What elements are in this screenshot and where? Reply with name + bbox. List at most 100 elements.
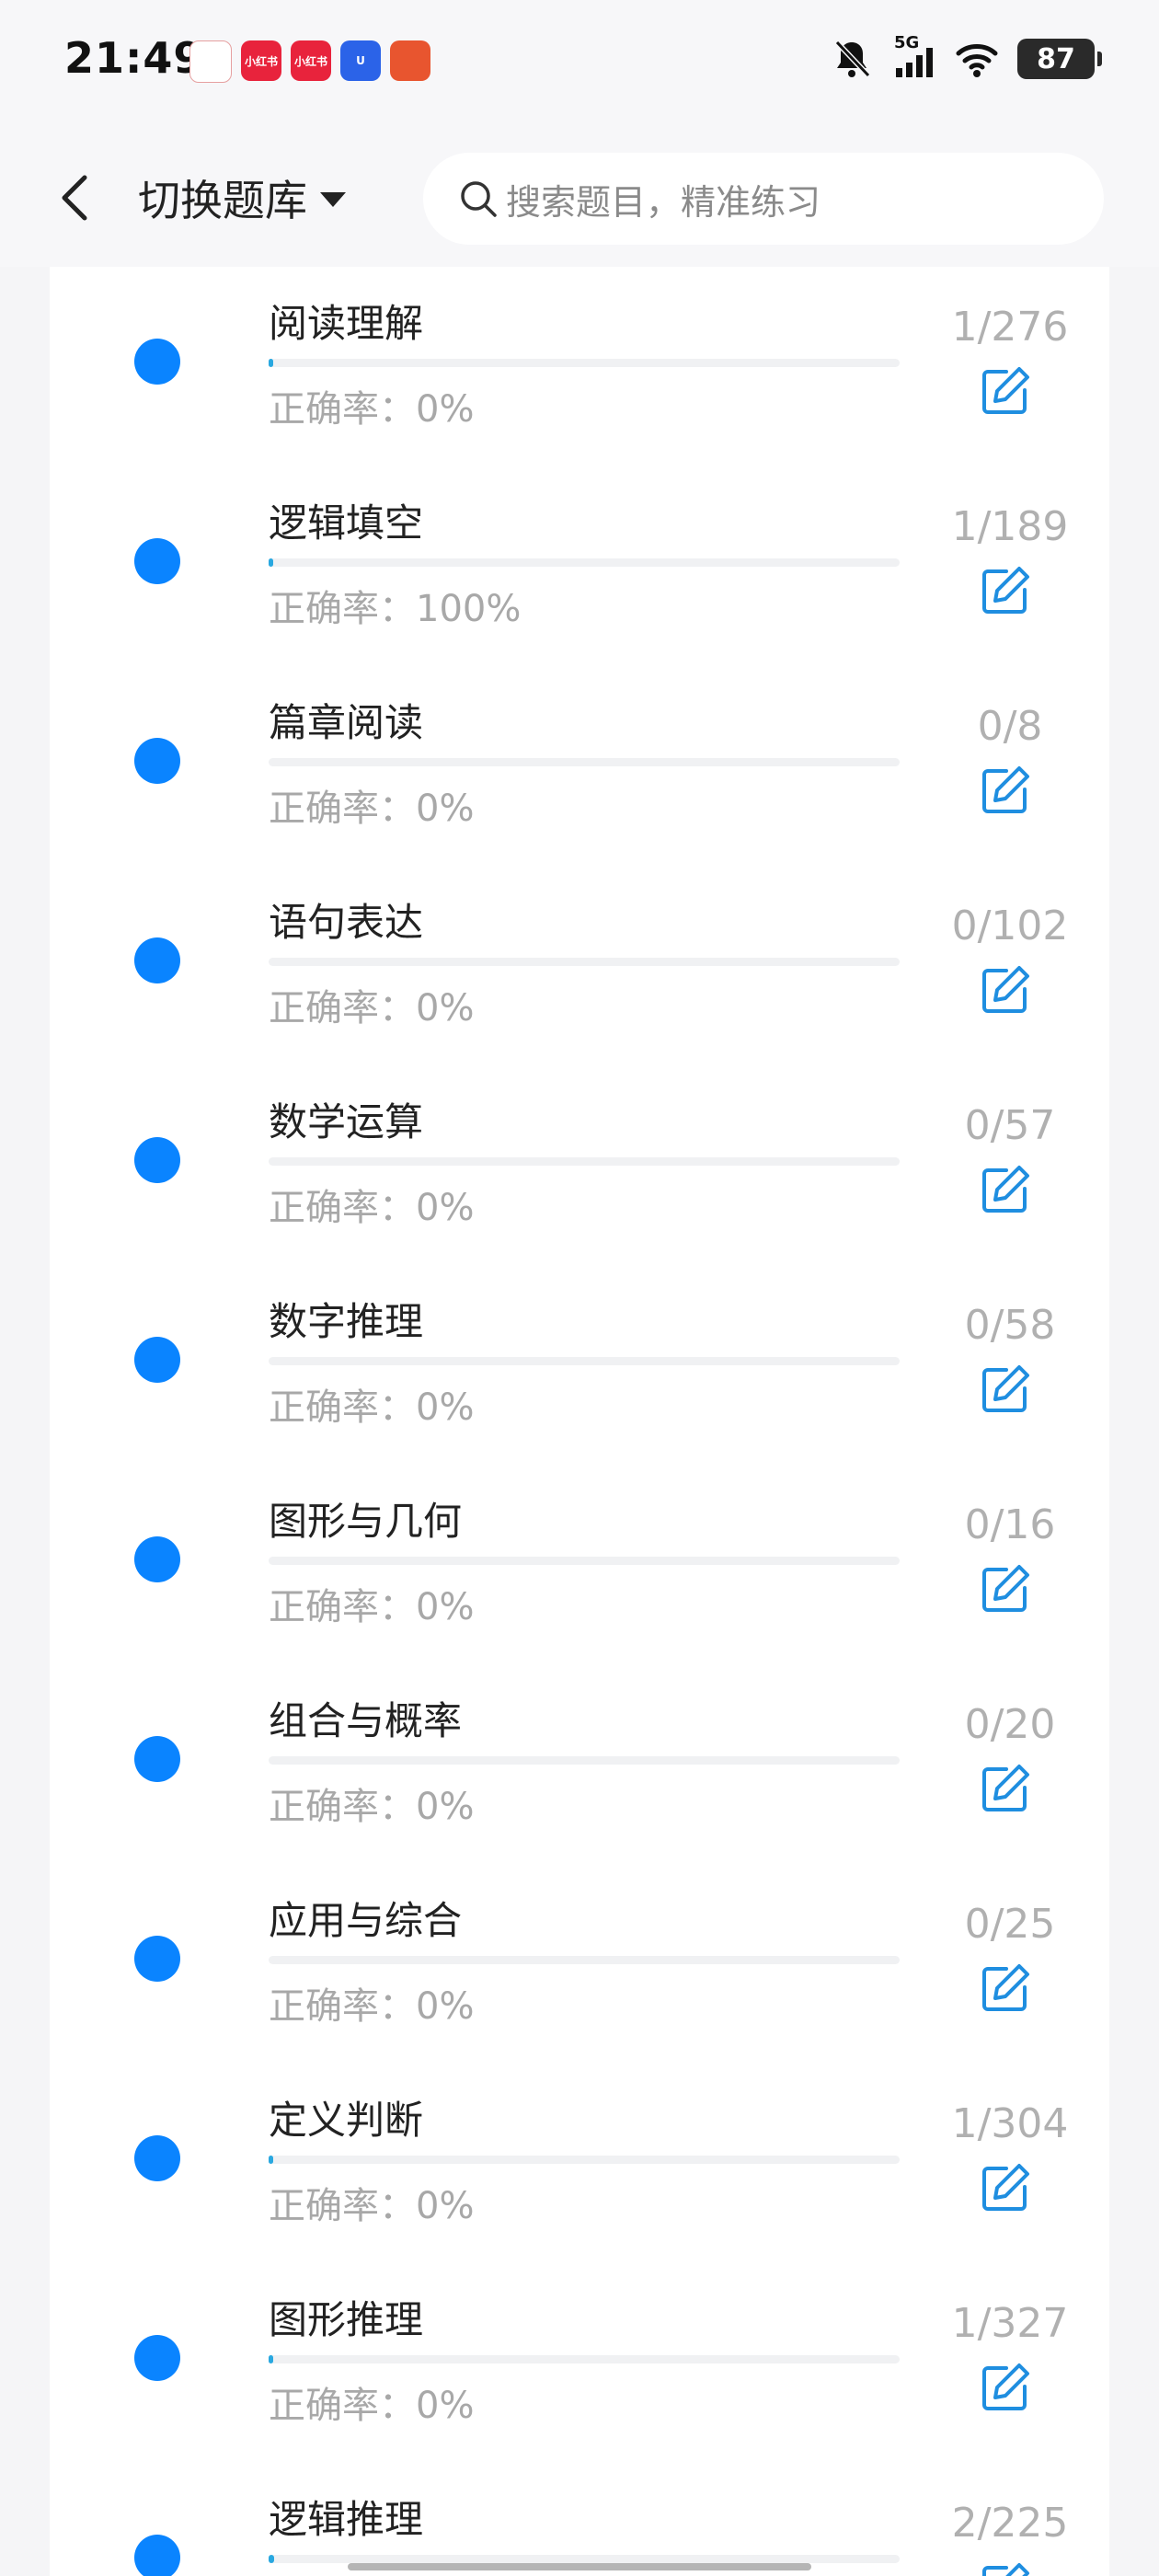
back-button[interactable] — [46, 166, 101, 230]
accuracy-value: 100% — [416, 588, 522, 630]
progress-fill — [269, 359, 273, 367]
edit-icon[interactable] — [979, 2560, 1032, 2576]
cellular-signal: 5G — [892, 33, 936, 81]
edit-icon[interactable] — [979, 1562, 1032, 1616]
accuracy-value: 0% — [416, 1786, 475, 1828]
category-row[interactable]: 定义判断 正确率：0% 1/304 — [50, 2064, 1109, 2263]
app-icon-blue: U — [340, 40, 381, 81]
notification-app-icons: 小红书 小红书 U — [189, 40, 430, 83]
accuracy-text: 正确率：0% — [269, 778, 474, 832]
accuracy-text: 正确率：0% — [269, 2176, 474, 2229]
progress-track — [269, 1956, 900, 1964]
category-row[interactable]: 图形推理 正确率：0% 1/327 — [50, 2263, 1109, 2463]
home-indicator — [348, 2563, 811, 2570]
edit-icon[interactable] — [979, 364, 1032, 418]
edit-icon[interactable] — [979, 564, 1032, 617]
category-row[interactable]: 组合与概率 正确率：0% 0/20 — [50, 1664, 1109, 1864]
category-row[interactable]: 语句表达 正确率：0% 0/102 — [50, 866, 1109, 1065]
category-dot — [134, 1936, 180, 1982]
question-count: 1/276 — [951, 304, 1069, 351]
question-count: 0/57 — [964, 1102, 1056, 1149]
switch-question-bank-button[interactable]: 切换题库 — [138, 166, 346, 230]
category-dot — [134, 2535, 180, 2576]
category-row[interactable]: 应用与综合 正确率：0% 0/25 — [50, 1864, 1109, 2064]
question-count: 0/25 — [964, 1901, 1056, 1948]
question-count: 0/20 — [964, 1701, 1056, 1748]
edit-icon[interactable] — [979, 2361, 1032, 2414]
progress-track — [269, 758, 900, 766]
switch-question-bank-label: 切换题库 — [138, 176, 307, 225]
category-dot — [134, 1337, 180, 1383]
category-title: 篇章阅读 — [269, 700, 424, 745]
question-count: 1/189 — [951, 503, 1069, 550]
edit-icon[interactable] — [979, 1762, 1032, 1815]
category-row[interactable]: 图形与几何 正确率：0% 0/16 — [50, 1465, 1109, 1664]
edit-icon[interactable] — [979, 963, 1032, 1017]
progress-track — [269, 1756, 900, 1765]
category-row[interactable]: 篇章阅读 正确率：0% 0/8 — [50, 666, 1109, 866]
progress-track — [269, 558, 900, 567]
status-bar: 21:49 小红书 小红书 U 5G 87 — [0, 0, 1159, 129]
accuracy-value: 0% — [416, 2385, 475, 2427]
app-icon-xiaohongshu-1: 小红书 — [241, 40, 281, 81]
progress-track — [269, 958, 900, 966]
category-list: 阅读理解 正确率：0% 1/276 逻辑填空 正确率：100% 1/189 篇章… — [50, 267, 1109, 2576]
category-row[interactable]: 逻辑填空 正确率：100% 1/189 — [50, 466, 1109, 666]
accuracy-text: 正确率：0% — [269, 1577, 474, 1630]
progress-track — [269, 1357, 900, 1365]
accuracy-text: 正确率：0% — [269, 1976, 474, 2030]
category-row[interactable]: 逻辑推理 2/225 — [50, 2463, 1109, 2576]
accuracy-label: 正确率： — [269, 1586, 416, 1628]
edit-icon[interactable] — [979, 764, 1032, 817]
category-row[interactable]: 阅读理解 正确率：0% 1/276 — [50, 267, 1109, 466]
category-title: 阅读理解 — [269, 301, 424, 346]
chevron-left-icon — [62, 175, 87, 221]
category-row[interactable]: 数字推理 正确率：0% 0/58 — [50, 1265, 1109, 1465]
category-dot — [134, 937, 180, 983]
progress-track — [269, 1557, 900, 1565]
edit-icon[interactable] — [979, 1961, 1032, 2015]
accuracy-value: 0% — [416, 1187, 475, 1229]
search-input[interactable]: 搜索题目，精准练习 — [423, 153, 1104, 245]
category-dot — [134, 538, 180, 584]
edit-icon[interactable] — [979, 2161, 1032, 2214]
question-count: 0/16 — [964, 1501, 1056, 1548]
progress-fill — [269, 2156, 273, 2164]
accuracy-label: 正确率： — [269, 1386, 416, 1429]
category-dot — [134, 1137, 180, 1183]
accuracy-text: 正确率：0% — [269, 1178, 474, 1231]
accuracy-value: 0% — [416, 2185, 475, 2227]
category-dot — [134, 1736, 180, 1782]
accuracy-text: 正确率：0% — [269, 978, 474, 1031]
accuracy-text: 正确率：100% — [269, 579, 521, 632]
question-count: 2/225 — [951, 2500, 1069, 2547]
edit-icon[interactable] — [979, 1163, 1032, 1216]
accuracy-text: 正确率：0% — [269, 1777, 474, 1830]
category-title: 逻辑填空 — [269, 500, 424, 546]
category-title: 逻辑推理 — [269, 2497, 424, 2542]
accuracy-text: 正确率：0% — [269, 1377, 474, 1431]
accuracy-label: 正确率： — [269, 588, 416, 630]
question-count: 1/304 — [951, 2100, 1069, 2147]
category-row[interactable]: 数学运算 正确率：0% 0/57 — [50, 1065, 1109, 1265]
progress-track — [269, 2156, 900, 2164]
status-time: 21:49 — [64, 33, 204, 83]
progress-fill — [269, 558, 273, 567]
category-title: 应用与综合 — [269, 1898, 463, 1943]
category-title: 图形与几何 — [269, 1499, 463, 1544]
search-icon — [461, 181, 497, 217]
progress-fill — [269, 2355, 273, 2363]
edit-icon[interactable] — [979, 1363, 1032, 1416]
progress-fill — [269, 2555, 275, 2563]
category-title: 定义判断 — [269, 2098, 424, 2143]
category-dot — [134, 1536, 180, 1582]
network-type: 5G — [894, 33, 920, 52]
question-count: 0/102 — [951, 903, 1069, 949]
category-title: 组合与概率 — [269, 1698, 463, 1743]
wifi-icon — [956, 44, 998, 77]
category-dot — [134, 2135, 180, 2181]
battery-indicator: 87 — [1017, 39, 1102, 79]
category-title: 数学运算 — [269, 1099, 424, 1144]
accuracy-value: 0% — [416, 788, 475, 830]
accuracy-label: 正确率： — [269, 1985, 416, 2028]
